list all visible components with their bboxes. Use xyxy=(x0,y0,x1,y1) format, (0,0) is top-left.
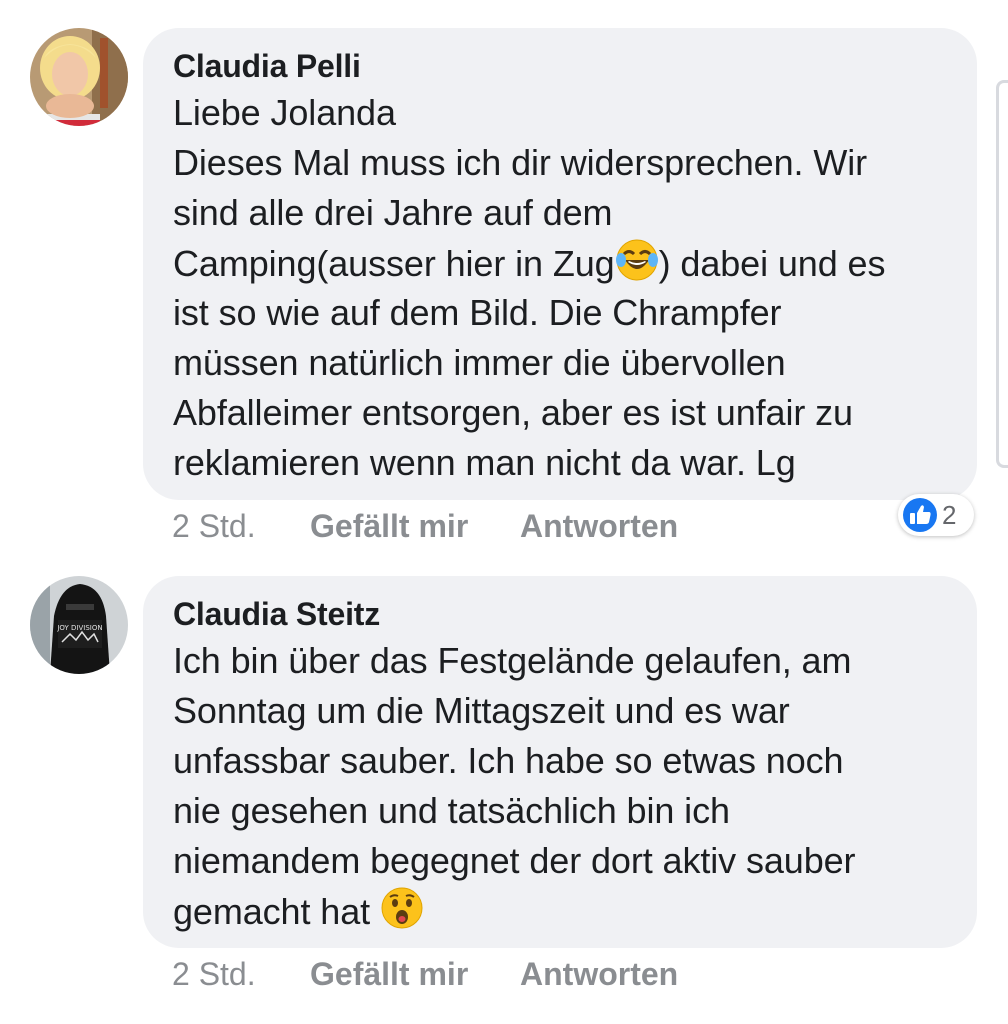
avatar-photo xyxy=(30,28,128,126)
reply-button[interactable]: Antworten xyxy=(520,954,678,994)
comment-thread: Claudia Pelli Liebe Jolanda Dieses Mal m… xyxy=(0,0,1008,1024)
comment-text: Liebe Jolanda Dieses Mal muss ich dir wi… xyxy=(173,88,947,488)
like-button[interactable]: Gefällt mir xyxy=(310,954,468,994)
avatar[interactable]: JOY DIVISION xyxy=(30,576,128,674)
comment-text: Ich bin über das Festgelände gelaufen, a… xyxy=(173,636,947,936)
comment-author[interactable]: Claudia Steitz xyxy=(173,596,947,636)
comment-line: nie gesehen und tatsächlich bin ich xyxy=(173,790,730,831)
comment-line: Abfalleimer entsorgen, aber es ist unfai… xyxy=(173,392,853,433)
comment-timestamp[interactable]: 2 Std. xyxy=(172,954,256,994)
avatar-photo: JOY DIVISION xyxy=(30,576,128,674)
comment-author[interactable]: Claudia Pelli xyxy=(173,48,947,88)
comment-line: gemacht hat xyxy=(173,886,947,936)
comment-line: niemandem begegnet der dort aktiv sauber xyxy=(173,840,856,881)
comment-line: Liebe Jolanda xyxy=(173,92,396,133)
comment-timestamp[interactable]: 2 Std. xyxy=(172,506,256,546)
comment-bubble: Claudia Steitz Ich bin über das Festgelä… xyxy=(143,576,977,948)
hushed-face-emoji xyxy=(380,886,424,930)
comment-line: reklamieren wenn man nicht da war. Lg xyxy=(173,442,796,483)
comment-line: sind alle drei Jahre auf dem xyxy=(173,192,613,233)
avatar[interactable] xyxy=(30,28,128,126)
comment-line: Ich bin über das Festgelände gelaufen, a… xyxy=(173,640,852,681)
comment-line-text: Camping(ausser hier in Zug xyxy=(173,243,615,284)
comment-line-text: gemacht hat xyxy=(173,891,380,932)
like-button[interactable]: Gefällt mir xyxy=(310,506,468,546)
comment-line: Dieses Mal muss ich dir widersprechen. W… xyxy=(173,142,867,183)
scrollbar[interactable] xyxy=(996,80,1008,468)
comment-line: Camping(ausser hier in Zug ) dabei und es xyxy=(173,238,947,288)
face-with-tears-of-joy-emoji xyxy=(615,238,659,282)
like-thumb-icon xyxy=(902,497,938,533)
comment-line: ist so wie auf dem Bild. Die Chrampfer xyxy=(173,292,782,333)
reaction-badge[interactable]: 2 xyxy=(898,494,974,536)
comment-line: unfassbar sauber. Ich habe so etwas noch xyxy=(173,740,844,781)
comment-line: müssen natürlich immer die übervollen xyxy=(173,342,786,383)
comment-line-text: ) dabei und es xyxy=(658,243,886,284)
comment-bubble: Claudia Pelli Liebe Jolanda Dieses Mal m… xyxy=(143,28,977,500)
svg-text:JOY DIVISION: JOY DIVISION xyxy=(56,624,102,632)
reply-button[interactable]: Antworten xyxy=(520,506,678,546)
reaction-count: 2 xyxy=(942,500,957,530)
comment-line: Sonntag um die Mittagszeit und es war xyxy=(173,690,790,731)
